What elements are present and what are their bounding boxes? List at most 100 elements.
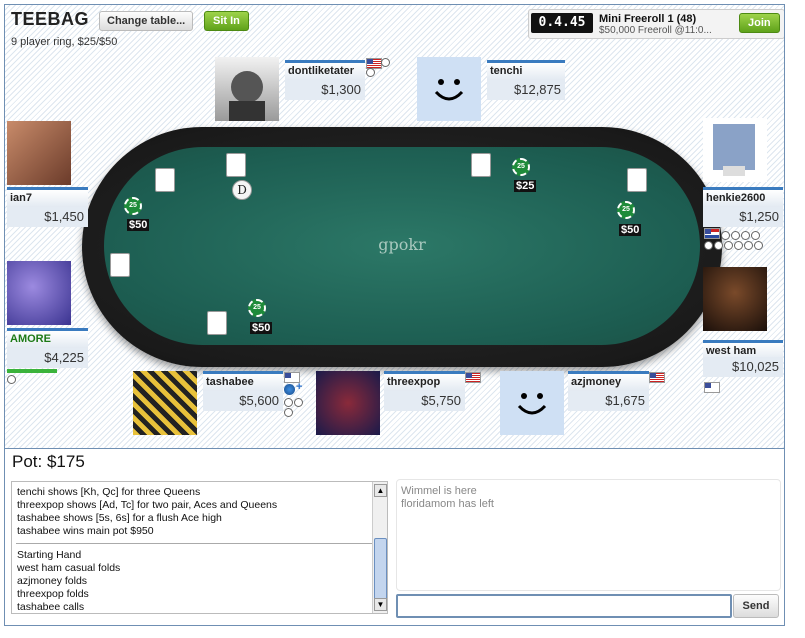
seat-name: dontliketater	[285, 60, 365, 80]
seat-name: ian7	[7, 187, 88, 207]
player-cards	[223, 153, 246, 181]
poker-window: TEEBAG 9 player ring, $25/$50 Change tab…	[4, 4, 785, 626]
log-line: azjmoney folds	[17, 575, 88, 587]
chat-input[interactable]	[396, 594, 732, 618]
seat-name: AMORE	[7, 328, 88, 348]
log-line: tashabee calls	[17, 601, 85, 613]
plus-icon: +	[296, 381, 303, 393]
photo-avatar-icon	[229, 71, 265, 121]
seat-stack: $12,875	[487, 80, 565, 100]
status-ring-icon	[284, 408, 293, 417]
log-line: tashabee wins main pot $950	[17, 525, 154, 537]
us-flag-icon	[649, 372, 665, 383]
log-divider	[16, 543, 379, 544]
player-avatar[interactable]	[7, 261, 71, 325]
seat-name: henkie2600	[703, 187, 783, 207]
bet-amount: $25	[514, 180, 537, 192]
cartoon-avatar-icon	[713, 124, 755, 176]
england-flag-icon	[704, 382, 720, 393]
log-line: tenchi shows [Kh, Qc] for three Queens	[17, 486, 201, 498]
log-scrollbar[interactable]: ▲ ▼	[372, 482, 387, 613]
log-line: tashabee shows [5s, 6s] for a flush Ace …	[17, 512, 222, 524]
bet-amount: $50	[127, 219, 150, 231]
table-brand: gpokr	[378, 235, 426, 254]
scroll-up-icon[interactable]: ▲	[374, 484, 387, 497]
player-avatar[interactable]	[7, 121, 71, 185]
seat-stack: $1,300	[285, 80, 365, 100]
status-ring-icon	[741, 231, 750, 240]
status-ring-icon	[724, 241, 733, 250]
chat-line: Wimmel is here	[401, 485, 477, 497]
scroll-thumb[interactable]	[374, 538, 387, 600]
nl-flag-icon	[704, 228, 720, 239]
smiley-icon	[517, 393, 547, 415]
player-avatar[interactable]	[500, 371, 564, 435]
seat-stack: $5,600	[203, 391, 283, 411]
table-subtitle: 9 player ring, $25/$50	[11, 36, 118, 48]
player-cards	[624, 168, 647, 196]
player-avatar[interactable]	[417, 57, 481, 121]
seat-stack: $10,025	[703, 357, 783, 377]
status-ring-icon	[366, 68, 375, 77]
status-ring-icon	[744, 241, 753, 250]
player-avatar[interactable]	[215, 57, 279, 121]
status-ring-icon	[704, 241, 713, 250]
status-ring-icon	[754, 241, 763, 250]
player-avatar[interactable]	[703, 118, 767, 182]
seat-stack: $1,250	[703, 207, 783, 227]
player-avatar[interactable]	[133, 371, 197, 435]
status-ring-icon	[721, 231, 730, 240]
join-button[interactable]: Join	[739, 13, 780, 33]
log-line: west ham casual folds	[17, 562, 121, 574]
send-button[interactable]: Send	[733, 594, 779, 618]
status-ring-icon	[294, 398, 303, 407]
log-line: threexpop shows [Ad, Tc] for two pair, A…	[17, 499, 278, 511]
chat-line: floridamom has left	[401, 498, 494, 510]
status-ring-icon	[7, 375, 16, 384]
player-avatar[interactable]	[703, 267, 767, 331]
log-line: Starting Hand	[17, 549, 82, 561]
table-title: TEEBAG	[11, 9, 90, 29]
player-cards	[107, 253, 130, 281]
timer-bar	[7, 369, 57, 373]
change-table-button[interactable]: Change table...	[99, 11, 194, 31]
tournament-name: Mini Freeroll 1 (48)	[599, 13, 697, 25]
seat-stack: $5,750	[384, 391, 465, 411]
status-ring-icon	[734, 241, 743, 250]
poker-table: gpokr	[82, 127, 722, 367]
scroll-down-icon[interactable]: ▼	[374, 598, 387, 611]
bet-amount: $50	[250, 322, 273, 334]
log-line: threexpop folds	[17, 588, 89, 600]
sit-in-button[interactable]: Sit In	[204, 11, 249, 31]
chat-panel: Wimmel is here floridamom has left	[396, 479, 781, 591]
status-ring-icon	[714, 241, 723, 250]
bet-chip: 25	[248, 299, 266, 317]
hand-history-log[interactable]: tenchi shows [Kh, Qc] for three Queens t…	[11, 481, 388, 614]
seat-stack: $1,675	[568, 391, 649, 411]
us-flag-icon	[465, 372, 481, 383]
status-ring-icon	[731, 231, 740, 240]
tournament-details: $50,000 Freeroll @11:0...	[599, 25, 712, 36]
status-ring-icon	[284, 398, 293, 407]
player-avatar[interactable]	[316, 371, 380, 435]
status-ring-icon	[381, 58, 390, 67]
tournament-banner: 0.4.45 Mini Freeroll 1 (48) $50,000 Free…	[528, 9, 784, 39]
seat-name: threexpop	[384, 371, 465, 391]
bet-chip: 25	[124, 197, 142, 215]
seat-name: tashabee	[203, 371, 283, 391]
bet-chip: 25	[617, 201, 635, 219]
seat-stack: $1,450	[7, 207, 88, 227]
seat-name: azjmoney	[568, 371, 649, 391]
bet-chip: 25	[512, 158, 530, 176]
player-cards	[468, 153, 491, 181]
tournament-clock: 0.4.45	[531, 13, 593, 33]
seat-name: tenchi	[487, 60, 565, 80]
pot-total: Pot: $175	[12, 452, 85, 471]
table-felt: gpokr	[104, 147, 700, 345]
seat-stack: $4,225	[7, 348, 88, 368]
bet-amount: $50	[619, 224, 642, 236]
dealer-button: D	[232, 180, 252, 200]
player-cards	[152, 168, 175, 196]
status-ring-icon	[751, 231, 760, 240]
player-cards	[204, 311, 227, 339]
